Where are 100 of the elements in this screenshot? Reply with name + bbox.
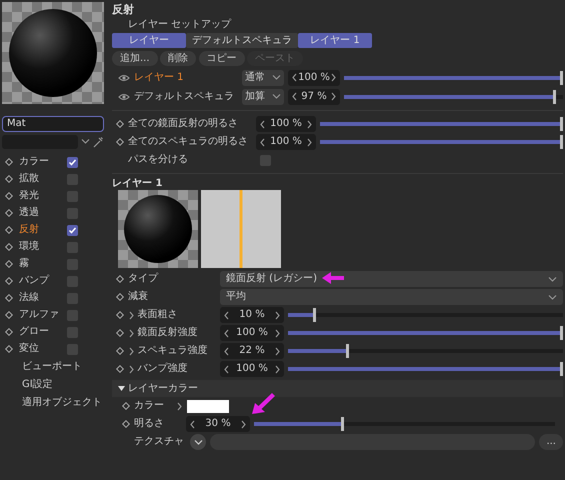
- dropdown-value: 鏡面反射 (レガシー): [226, 273, 317, 285]
- diamond-icon[interactable]: [5, 192, 13, 200]
- menu-item[interactable]: GI設定: [2, 376, 104, 394]
- number-value: 22 %: [239, 345, 265, 357]
- number-field[interactable]: 100 %: [288, 70, 340, 86]
- checkbox[interactable]: [67, 190, 78, 202]
- channel-label[interactable]: バンプ: [19, 275, 61, 287]
- more-button[interactable]: ...: [539, 434, 563, 450]
- layer-name[interactable]: レイヤー 1: [134, 72, 238, 84]
- checkbox[interactable]: [67, 224, 78, 236]
- tab[interactable]: デフォルトスペキュラ: [186, 33, 298, 48]
- layer-button[interactable]: コピー: [198, 50, 245, 66]
- chevron-left-icon[interactable]: [189, 420, 196, 429]
- diamond-icon[interactable]: [5, 294, 13, 302]
- diamond-icon[interactable]: [5, 226, 13, 234]
- channel-label[interactable]: 法線: [19, 292, 61, 304]
- texture-menu-button[interactable]: [190, 434, 206, 450]
- chevron-down-icon[interactable]: [80, 137, 90, 146]
- layer-name[interactable]: デフォルトスペキュラ: [134, 90, 238, 102]
- number-field[interactable]: 10 %: [220, 307, 284, 324]
- diamond-icon[interactable]: [5, 243, 13, 251]
- checkbox[interactable]: [67, 208, 78, 218]
- dropdown[interactable]: 鏡面反射 (レガシー): [220, 271, 563, 288]
- blend-mode-dropdown[interactable]: 加算: [242, 88, 284, 105]
- number-value: 10 %: [239, 309, 265, 321]
- parameter-label: 減衰: [128, 291, 148, 303]
- channel-label[interactable]: カラー: [19, 156, 61, 168]
- diamond-icon[interactable]: [5, 345, 13, 353]
- diamond-icon[interactable]: [116, 275, 124, 284]
- eye-icon[interactable]: [118, 92, 130, 101]
- layer-button[interactable]: 追加...: [112, 50, 158, 66]
- chevron-right-icon[interactable]: [176, 402, 183, 411]
- diamond-icon[interactable]: [5, 311, 13, 319]
- diamond-icon[interactable]: [116, 311, 124, 320]
- diamond-icon[interactable]: [5, 158, 13, 166]
- channel-label[interactable]: 環境: [19, 241, 61, 253]
- checkbox[interactable]: [67, 292, 78, 304]
- dropdown[interactable]: 平均: [220, 289, 563, 306]
- channel-label[interactable]: 霧: [19, 258, 61, 270]
- menu-item[interactable]: ビューポート: [2, 358, 104, 376]
- parameter-label: 表面粗さ: [138, 309, 178, 321]
- number-value: 30 %: [205, 418, 231, 430]
- number-field[interactable]: 100 %: [220, 361, 284, 378]
- diamond-icon[interactable]: [116, 347, 124, 356]
- name-field[interactable]: Mat: [2, 116, 104, 132]
- number-value: 100 %: [236, 363, 268, 375]
- checkbox[interactable]: [67, 156, 78, 168]
- diamond-icon[interactable]: [116, 329, 124, 338]
- setup-label: レイヤー セットアップ: [127, 19, 232, 31]
- checkbox[interactable]: [67, 174, 78, 184]
- checkbox[interactable]: [67, 310, 78, 320]
- number-value: 100 %: [298, 72, 330, 84]
- blend-mode-dropdown[interactable]: 通常: [242, 70, 284, 86]
- number-field[interactable]: 30 %: [186, 416, 250, 432]
- menu-item[interactable]: 適用オブジェクト: [2, 394, 104, 412]
- triangle-down-icon[interactable]: [118, 386, 125, 392]
- layer-button[interactable]: 削除: [160, 50, 196, 66]
- diamond-icon[interactable]: [5, 277, 13, 285]
- diamond-icon[interactable]: [116, 120, 124, 128]
- channel-label[interactable]: グロー: [19, 326, 61, 338]
- eyedropper-icon[interactable]: [92, 136, 104, 148]
- checkbox[interactable]: [67, 344, 78, 354]
- checkbox[interactable]: [67, 276, 78, 286]
- channel-label[interactable]: 発光: [19, 190, 61, 202]
- channel-label[interactable]: 透過: [19, 207, 61, 219]
- channel-label[interactable]: 拡散: [19, 173, 61, 185]
- number-field[interactable]: 100 %: [220, 325, 284, 342]
- diamond-icon[interactable]: [122, 420, 130, 428]
- chevron-right-icon[interactable]: [240, 420, 247, 429]
- diamond-icon[interactable]: [116, 365, 124, 374]
- eye-icon[interactable]: [118, 74, 130, 82]
- parameter-label: スペキュラ強度: [138, 345, 208, 357]
- blend-mode-value: 通常: [245, 72, 265, 84]
- diamond-icon[interactable]: [5, 260, 13, 268]
- section-title: 反射: [112, 4, 135, 17]
- checkbox[interactable]: [67, 326, 78, 338]
- color-swatch[interactable]: [187, 400, 229, 413]
- number-field[interactable]: 100 %: [256, 116, 316, 132]
- diamond-icon[interactable]: [5, 175, 13, 183]
- diamond-icon[interactable]: [122, 402, 130, 410]
- diamond-icon[interactable]: [5, 328, 13, 336]
- number-field[interactable]: 100 %: [256, 134, 316, 150]
- checkbox[interactable]: [67, 242, 78, 252]
- tab[interactable]: レイヤー: [112, 33, 186, 48]
- number-value: 100 %: [270, 118, 302, 130]
- diamond-icon[interactable]: [116, 293, 124, 302]
- layer-title: レイヤー 1: [112, 178, 164, 190]
- channel-label[interactable]: アルファ: [19, 309, 61, 321]
- parameter-label: 全てのスペキュラの明るさ: [128, 136, 249, 148]
- number-field[interactable]: 22 %: [220, 343, 284, 360]
- diamond-icon[interactable]: [116, 138, 124, 146]
- section-header[interactable]: レイヤーカラー: [112, 380, 563, 398]
- chevron-down-icon: [194, 438, 202, 447]
- checkbox[interactable]: [67, 258, 78, 270]
- number-field[interactable]: 97 %: [288, 88, 340, 105]
- checkbox[interactable]: [260, 154, 271, 166]
- channel-label[interactable]: 反射: [19, 224, 61, 236]
- diamond-icon[interactable]: [5, 209, 13, 217]
- channel-label[interactable]: 変位: [19, 343, 61, 355]
- tab[interactable]: レイヤー 1: [298, 33, 372, 48]
